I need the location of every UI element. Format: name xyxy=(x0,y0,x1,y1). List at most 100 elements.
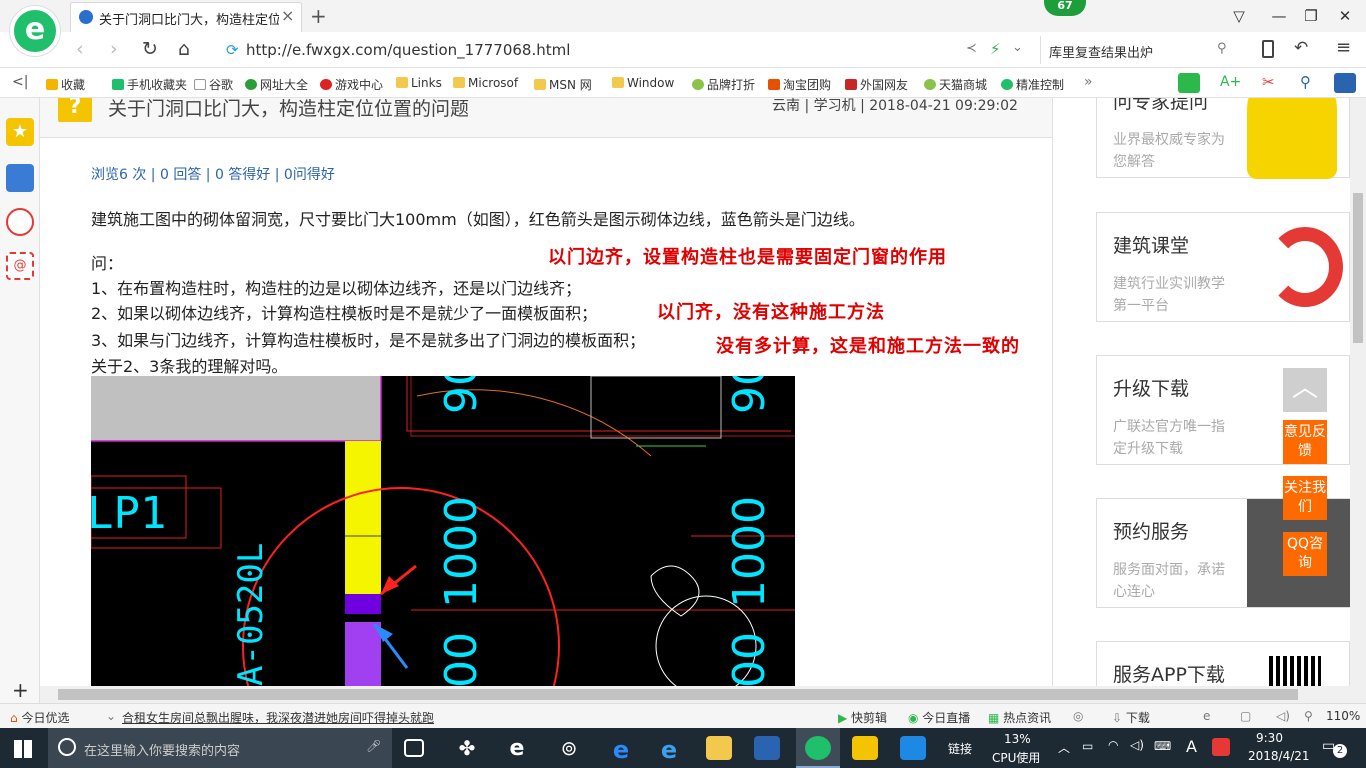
speed-icon[interactable]: ⚡ xyxy=(990,40,1001,58)
window-icon[interactable]: ▢ xyxy=(1240,709,1251,723)
home-icon[interactable]: ⌂ xyxy=(178,38,190,60)
bookmark-item[interactable]: Microsof xyxy=(453,76,518,90)
sidebar-card-classroom[interactable]: 建筑课堂 建筑行业实训教学第一平台 xyxy=(1096,212,1350,322)
url-text[interactable]: http://e.fwxgx.com/question_1777068.html xyxy=(246,41,570,59)
horizontal-scrollbar[interactable] xyxy=(40,686,1350,703)
notes-app-icon[interactable] xyxy=(852,736,878,760)
extension-wallet-icon[interactable] xyxy=(1178,73,1200,93)
question-stats[interactable]: 浏览6 次 | 0 回答 | 0 答得好 | 0问得好 xyxy=(91,164,335,184)
sound-icon[interactable]: ◁) xyxy=(1276,709,1290,723)
vertical-scrollbar[interactable] xyxy=(1350,98,1366,703)
microphone-icon[interactable]: 🎤︎ xyxy=(366,739,381,753)
bookmark-item[interactable]: 游戏中心 xyxy=(320,76,383,93)
bookmark-item[interactable]: Window xyxy=(612,76,674,90)
close-window-button[interactable]: ✕ xyxy=(1330,4,1360,28)
qq-consult-button[interactable]: QQ咨询 xyxy=(1283,532,1327,576)
task-view-icon[interactable] xyxy=(404,739,424,757)
phone-icon[interactable] xyxy=(1262,40,1274,58)
mail-icon[interactable]: @ xyxy=(6,252,34,280)
bookmark-item[interactable]: 品牌打折 xyxy=(692,76,755,93)
zoom-level[interactable]: 110% xyxy=(1326,709,1360,723)
clock-date[interactable]: 2018/4/21 xyxy=(1248,749,1310,763)
file-explorer-icon[interactable] xyxy=(706,736,732,760)
chevron-up-icon[interactable]: ︿ xyxy=(1058,739,1070,756)
ie-mode-icon[interactable]: e xyxy=(1203,709,1210,723)
bookmark-item[interactable]: 外国网友 xyxy=(845,76,908,93)
edge-icon[interactable]: e xyxy=(608,736,634,764)
taskbar-search-placeholder[interactable]: 在这里输入你要搜索的内容 xyxy=(84,740,240,759)
back-to-top-button[interactable]: ︿ xyxy=(1283,368,1327,412)
quick-edit-link[interactable]: ▶ 快剪辑 xyxy=(838,709,887,726)
today-pick-link[interactable]: ⌂ 今日优选 xyxy=(10,709,69,726)
back-icon[interactable]: ‹ xyxy=(76,38,84,60)
download-link[interactable]: ⇩ 下载 xyxy=(1112,709,1150,726)
extension-cut-icon[interactable]: ✂ xyxy=(1262,73,1275,91)
search-icon[interactable]: ⚲ xyxy=(1217,41,1227,56)
refresh-icon[interactable]: ↻ xyxy=(142,38,158,60)
fan-app-icon[interactable]: ✤ xyxy=(454,736,480,760)
more-bookmarks-icon[interactable]: » xyxy=(1084,74,1093,90)
bookmark-item[interactable]: Links xyxy=(396,76,442,90)
bookmark-item[interactable]: 天猫商城 xyxy=(924,76,987,93)
tool-app-icon[interactable] xyxy=(900,736,926,760)
search-input[interactable]: 库里复查结果出炉 ⚲ xyxy=(1040,36,1240,64)
menu-icon[interactable]: ≡ xyxy=(1336,37,1351,58)
browser-e-icon[interactable]: e xyxy=(504,736,530,761)
bookmark-item[interactable]: 精准控制 xyxy=(1001,76,1064,93)
bookmark-item[interactable]: 网址大全 xyxy=(245,76,308,93)
skin-icon[interactable]: ▽ xyxy=(1224,4,1254,28)
undo-icon[interactable]: ↶ xyxy=(1294,38,1308,58)
follow-us-button[interactable]: 关注我们 xyxy=(1283,476,1327,520)
windows-start-icon[interactable] xyxy=(14,740,32,758)
reading-list-icon[interactable] xyxy=(6,164,34,192)
chevron-down-icon[interactable]: ⌄ xyxy=(106,709,116,723)
active-browser-taskbar-item[interactable] xyxy=(796,728,840,768)
taskbar-search[interactable]: 在这里输入你要搜索的内容 🎤︎ xyxy=(48,728,392,768)
scrollbar-thumb[interactable] xyxy=(1353,193,1363,343)
ime-indicator[interactable]: A xyxy=(1186,737,1197,756)
wifi-icon[interactable]: ◠ xyxy=(1108,738,1118,752)
favorites-star-icon[interactable]: ★ xyxy=(6,118,34,146)
zoom-icon[interactable]: ⚲ xyxy=(1304,709,1313,723)
browser-logo[interactable]: e xyxy=(10,6,60,56)
sogou-ime-icon[interactable] xyxy=(1212,738,1230,756)
share-icon[interactable]: ≺ xyxy=(966,41,977,56)
search-text[interactable]: 库里复查结果出炉 xyxy=(1049,42,1153,61)
scrollbar-thumb[interactable] xyxy=(58,689,1298,700)
volume-icon[interactable]: ◁) xyxy=(1130,738,1144,752)
extension-grid-icon[interactable] xyxy=(1334,73,1356,93)
glodon-app-icon[interactable] xyxy=(754,736,780,760)
notification-badge[interactable]: 67 xyxy=(1044,0,1086,16)
clock-time[interactable]: 9:30 xyxy=(1256,731,1283,745)
minimize-button[interactable]: — xyxy=(1264,4,1294,28)
bookmark-item[interactable]: 谷歌 xyxy=(194,76,233,93)
address-bar[interactable]: ⟳ http://e.fwxgx.com/question_1777068.ht… xyxy=(220,36,1036,64)
maximize-button[interactable]: ❐ xyxy=(1296,4,1326,28)
hot-news-link[interactable]: ▦ 热点资讯 xyxy=(988,709,1051,726)
tab-close-icon[interactable]: × xyxy=(281,6,294,25)
speed-icon[interactable]: ◎ xyxy=(1073,709,1083,723)
bookmark-item[interactable]: 收藏 xyxy=(46,76,85,93)
bookmark-item[interactable]: 手机收藏夹 xyxy=(112,76,187,93)
bookmark-item[interactable]: 淘宝团购 xyxy=(768,76,831,93)
browser-tab[interactable]: 关于门洞口比门大，构造柱定位位置的问题 × xyxy=(70,2,302,32)
new-tab-button[interactable]: + xyxy=(310,4,327,28)
links-toolbar[interactable]: 链接 xyxy=(948,740,972,757)
sidebar-card-app[interactable]: 服务APP下载 xyxy=(1096,641,1350,686)
live-link[interactable]: ◉ 今日直播 xyxy=(908,709,970,726)
sidebar-toggle-icon[interactable]: <| xyxy=(12,74,28,90)
extension-translate-icon[interactable]: A+ xyxy=(1220,74,1241,90)
ie-icon[interactable]: e xyxy=(656,736,682,764)
extension-search-icon[interactable]: ⚲ xyxy=(1300,73,1311,91)
add-sidebar-icon[interactable]: + xyxy=(12,678,29,702)
chevron-down-icon[interactable]: ⌄ xyxy=(1012,40,1023,55)
feedback-button[interactable]: 意见反馈 xyxy=(1283,420,1327,464)
weibo-icon[interactable] xyxy=(6,208,34,236)
forward-icon[interactable]: › xyxy=(110,38,118,60)
keyboard-icon[interactable]: ⌨ xyxy=(1154,739,1171,753)
sidebar-card-expert[interactable]: 问专家提问 业界最权威专家为您解答 xyxy=(1096,98,1350,179)
swirl-app-icon[interactable]: ⊚ xyxy=(556,736,582,760)
news-ticker-link[interactable]: 合租女生房间总飘出腥味，我深夜潜进她房间吓得掉头就跑 xyxy=(122,709,434,726)
bookmark-item[interactable]: MSN 网 xyxy=(534,76,592,93)
battery-icon[interactable]: ▭ xyxy=(1082,739,1093,753)
